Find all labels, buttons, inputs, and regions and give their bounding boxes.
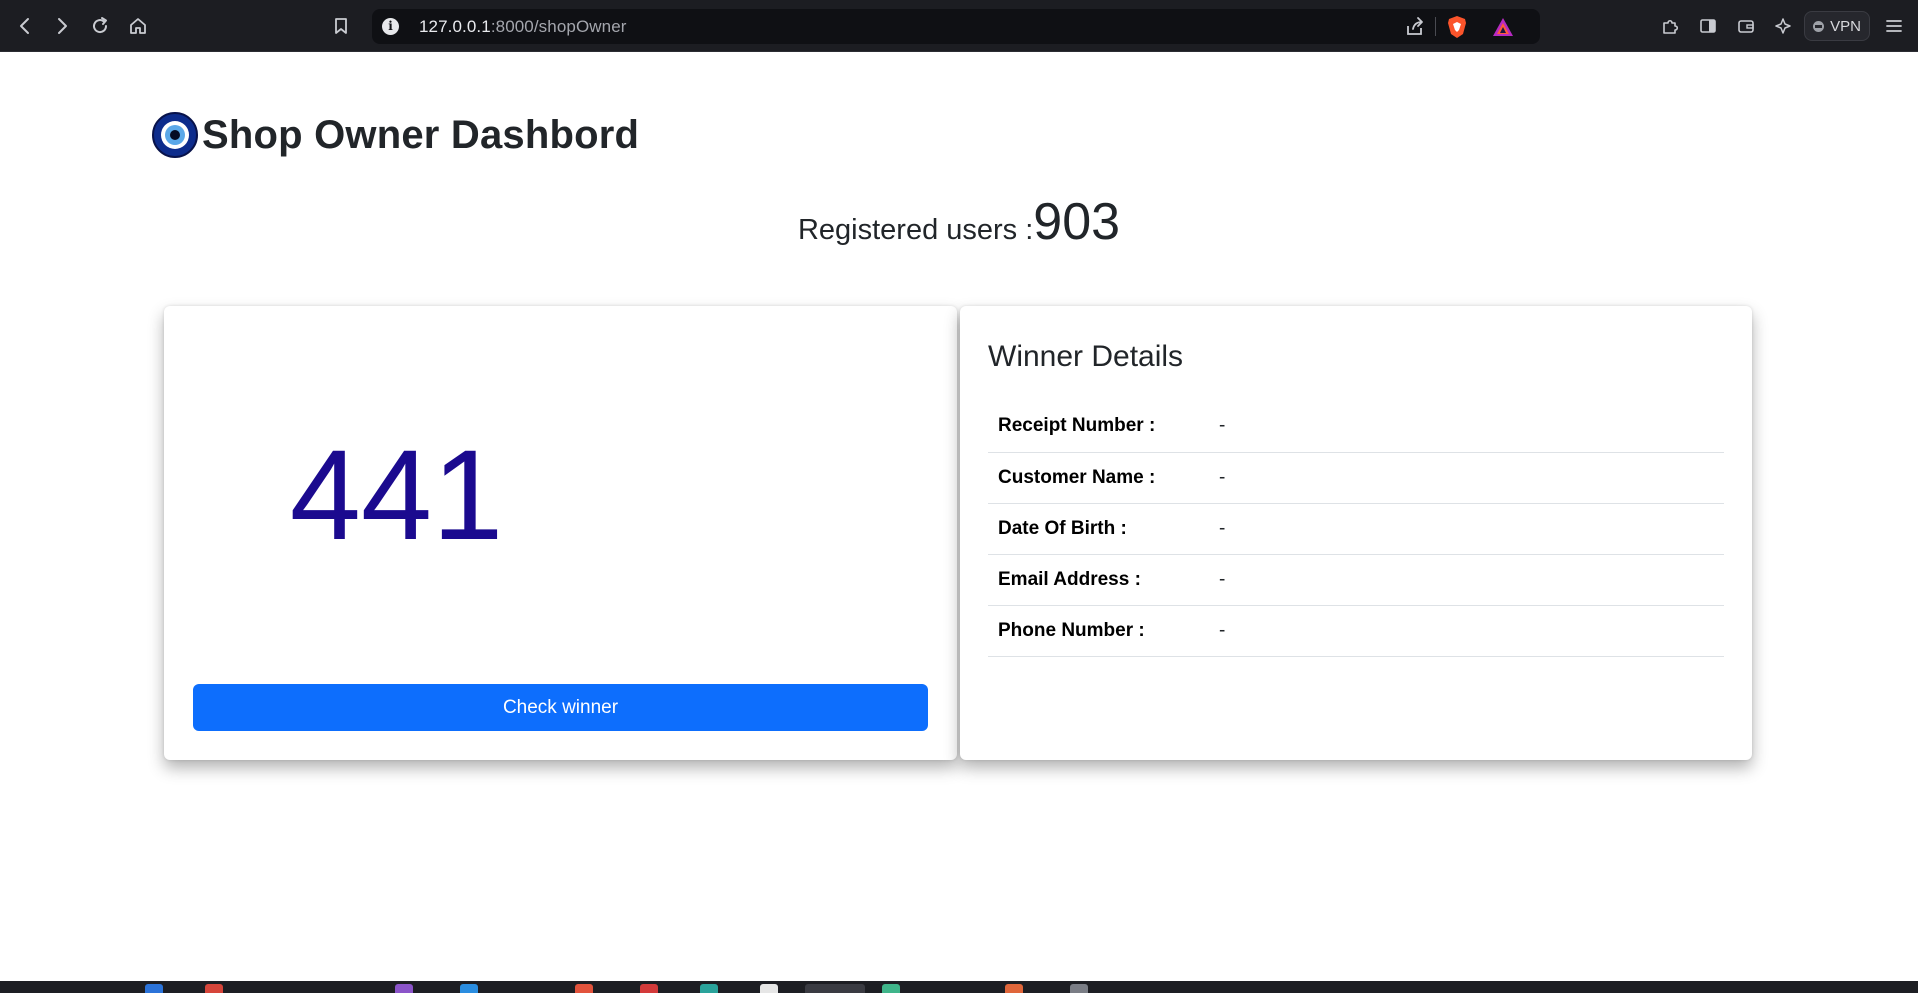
taskbar-app-icon[interactable]	[882, 984, 900, 993]
browser-toolbar: i 127.0.0.1:8000/shopOwner VPN	[0, 0, 1918, 52]
share-icon[interactable]	[1404, 15, 1426, 39]
taskbar-app-icon[interactable]	[575, 984, 593, 993]
brand: Shop Owner Dashbord	[152, 112, 639, 158]
taskbar-app-icon[interactable]	[1005, 984, 1023, 993]
vpn-button[interactable]: VPN	[1804, 11, 1870, 41]
registered-users-label: Registered users :	[797, 214, 1034, 246]
home-icon[interactable]	[124, 12, 152, 40]
divider	[1435, 17, 1436, 36]
taskbar-app-icon[interactable]	[395, 984, 413, 993]
wallet-icon[interactable]	[1732, 12, 1760, 40]
site-info-icon[interactable]: i	[382, 18, 399, 35]
receipt-number-label: Receipt Number :	[998, 415, 1156, 437]
brave-shields-icon[interactable]	[1446, 15, 1468, 39]
registered-users: Registered users :903	[0, 192, 1918, 252]
winner-details-title: Winner Details	[988, 340, 1184, 373]
url-text[interactable]: 127.0.0.1:8000/shopOwner	[419, 17, 627, 37]
taskbar-app-icon[interactable]	[640, 984, 658, 993]
page-title: Shop Owner Dashbord	[202, 112, 640, 157]
url-host: 127.0.0.1	[419, 17, 491, 36]
back-icon[interactable]	[11, 12, 39, 40]
brave-rewards-icon[interactable]	[1491, 15, 1515, 39]
taskbar-app-icon[interactable]	[1070, 984, 1088, 993]
email-address-value: -	[1219, 568, 1226, 590]
bookmark-icon[interactable]	[327, 12, 355, 40]
email-address-label: Email Address :	[998, 568, 1141, 590]
date-of-birth-label: Date Of Birth :	[998, 517, 1127, 539]
taskbar-app-icon[interactable]	[760, 984, 778, 993]
sidebar-icon[interactable]	[1694, 12, 1722, 40]
check-winner-button[interactable]: Check winner	[193, 684, 928, 731]
phone-number-label: Phone Number :	[998, 619, 1145, 641]
winner-details-table: Receipt Number : - Customer Name : - Dat…	[988, 401, 1724, 657]
vpn-label: VPN	[1830, 17, 1861, 35]
table-row: Email Address : -	[988, 554, 1724, 605]
customer-name-label: Customer Name :	[998, 466, 1156, 488]
phone-number-value: -	[1219, 619, 1226, 641]
os-taskbar	[0, 981, 1918, 993]
table-row: Receipt Number : -	[988, 401, 1724, 452]
registered-users-count: 903	[1033, 193, 1121, 251]
taskbar-app-icon[interactable]	[460, 984, 478, 993]
customer-name-value: -	[1219, 466, 1226, 488]
table-row: Customer Name : -	[988, 452, 1724, 503]
evil-eye-logo-icon	[152, 112, 198, 158]
leo-ai-icon[interactable]	[1770, 12, 1798, 40]
table-row: Phone Number : -	[988, 605, 1724, 656]
vpn-status-icon	[1813, 20, 1825, 32]
address-bar[interactable]: i 127.0.0.1:8000/shopOwner	[372, 9, 1540, 44]
receipt-number-value: -	[1219, 415, 1226, 437]
taskbar-active-app[interactable]	[805, 984, 865, 993]
forward-icon[interactable]	[48, 12, 76, 40]
taskbar-app-icon[interactable]	[205, 984, 223, 993]
taskbar-app-icon[interactable]	[700, 984, 718, 993]
date-of-birth-value: -	[1219, 517, 1226, 539]
taskbar-app-icon[interactable]	[145, 984, 163, 993]
url-path: :8000/shopOwner	[490, 17, 627, 36]
reload-icon[interactable]	[86, 12, 114, 40]
drawn-number: 441	[289, 424, 504, 567]
extensions-icon[interactable]	[1656, 12, 1684, 40]
table-row: Date Of Birth : -	[988, 503, 1724, 554]
menu-icon[interactable]	[1880, 12, 1908, 40]
